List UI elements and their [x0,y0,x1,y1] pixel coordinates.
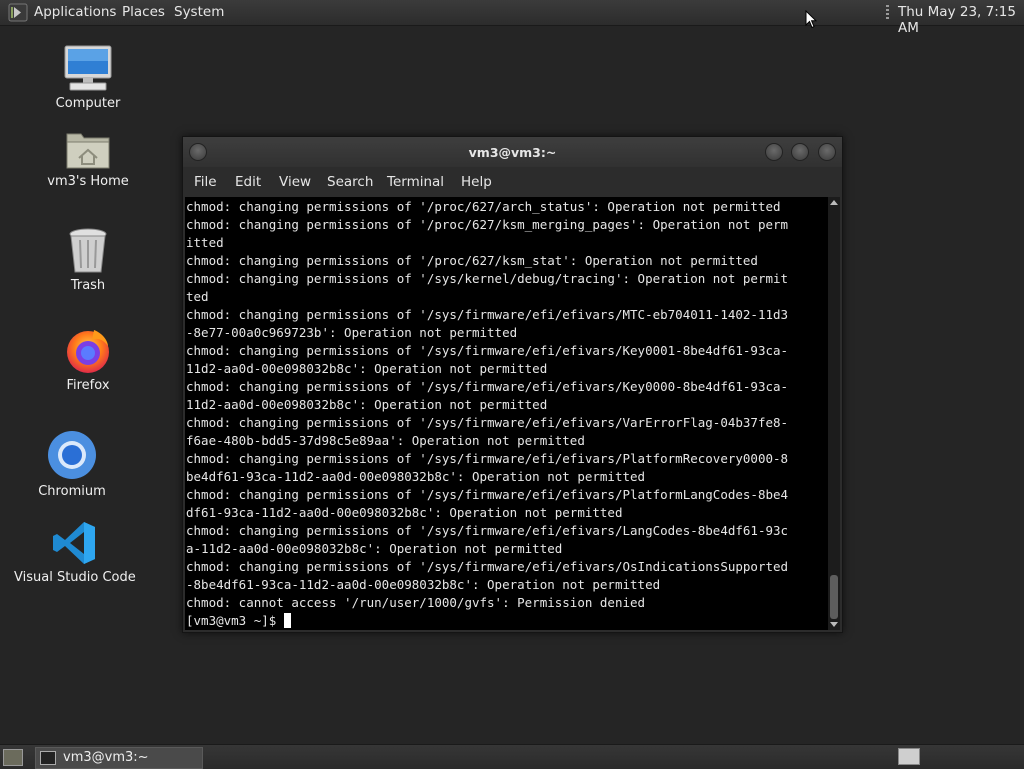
terminal-line: f6ae-480b-bdd5-37d98c5e89aa': Operation … [186,433,585,448]
clock[interactable]: Thu May 23, 7:15 AM [898,4,1024,36]
menu-system[interactable]: System [174,4,224,20]
terminal-prompt-line[interactable]: [vm3@vm3 ~]$ [186,612,291,630]
menu-terminal[interactable]: Terminal [387,174,444,190]
taskbar-item-terminal[interactable]: vm3@vm3:~ [35,747,203,769]
desktop-icon-label: Trash [70,278,106,293]
terminal-line: 11d2-aa0d-00e098032b8c': Operation not p… [186,361,548,376]
applications-menu-icon[interactable] [8,3,28,22]
terminal-line: chmod: changing permissions of '/sys/fir… [186,343,789,358]
desktop-icon-trash[interactable]: Trash [48,228,128,293]
desktop-icon-computer[interactable]: Computer [48,44,128,111]
desktop-icon-firefox[interactable]: Firefox [48,326,128,393]
menu-help[interactable]: Help [461,174,492,190]
terminal-output[interactable]: chmod: changing permissions of '/proc/62… [185,197,828,630]
terminal-line: -8e77-00a0c969723b': Operation not permi… [186,325,518,340]
panel-separator [886,5,889,21]
menu-edit[interactable]: Edit [235,174,261,190]
terminal-line: df61-93ca-11d2-aa0d-00e098032b8c': Opera… [186,505,623,520]
show-desktop-icon[interactable] [3,749,23,766]
terminal-line: chmod: changing permissions of '/sys/fir… [186,415,789,430]
terminal-line: ted [186,289,209,304]
menu-applications[interactable]: Applications [34,4,116,20]
desktop-icon-chromium[interactable]: Chromium [32,430,112,499]
minimize-button[interactable] [765,143,783,161]
mouse-pointer-icon [805,10,817,29]
menu-view[interactable]: View [279,174,311,190]
bottom-panel: vm3@vm3:~ [0,744,1024,769]
terminal-line: chmod: changing permissions of '/sys/fir… [186,451,789,466]
terminal-icon [40,751,56,765]
taskbar-item-label: vm3@vm3:~ [63,750,149,765]
terminal-line: chmod: changing permissions of '/proc/62… [186,199,781,214]
terminal-line: chmod: changing permissions of '/sys/ker… [186,271,789,286]
terminal-line: a-11d2-aa0d-00e098032b8c': Operation not… [186,541,563,556]
terminal-line: chmod: changing permissions of '/sys/fir… [186,307,789,322]
firefox-icon [67,330,109,373]
terminal-line: chmod: changing permissions of '/sys/fir… [186,523,789,538]
terminal-line: chmod: changing permissions of '/sys/fir… [186,559,789,574]
terminal-line: chmod: cannot access '/run/user/1000/gvf… [186,595,646,610]
terminal-line: chmod: changing permissions of '/sys/fir… [186,379,789,394]
trash-icon [69,228,107,273]
terminal-line: 11d2-aa0d-00e098032b8c': Operation not p… [186,397,548,412]
desktop-icon-label: Computer [55,96,121,111]
desktop-icon-label: Chromium [38,484,106,499]
terminal-menubar: File Edit View Search Terminal Help [183,167,842,196]
terminal-scrollbar[interactable] [828,197,840,630]
vscode-icon [53,522,95,564]
scrollbar-thumb[interactable] [830,575,838,619]
terminal-line: itted [186,235,224,250]
terminal-line: be4df61-93ca-11d2-aa0d-00e098032b8c': Op… [186,469,646,484]
menu-search[interactable]: Search [327,174,373,190]
scroll-down-arrow-icon[interactable] [830,622,838,627]
shell-prompt: [vm3@vm3 ~]$ [186,613,284,628]
terminal-line: chmod: changing permissions of '/proc/62… [186,253,758,268]
maximize-button[interactable] [791,143,809,161]
scroll-up-arrow-icon[interactable] [830,200,838,205]
desktop-icon-vscode[interactable]: Visual Studio Code [14,520,136,585]
terminal-window: vm3@vm3:~ File Edit View Search Terminal… [182,136,843,633]
chromium-icon [48,431,96,479]
desktop-icon-label: Firefox [66,378,110,393]
top-panel: Applications Places System Thu May 23, 7… [0,0,1024,36]
menu-places[interactable]: Places [122,4,165,20]
workspace-switcher[interactable] [898,748,920,765]
menu-file[interactable]: File [194,174,217,190]
computer-icon [64,45,112,91]
text-cursor [283,613,291,628]
terminal-line: -8be4df61-93ca-11d2-aa0d-00e098032b8c': … [186,577,661,592]
terminal-line: chmod: changing permissions of '/proc/62… [186,217,789,232]
home-folder-icon [66,133,110,169]
window-titlebar[interactable]: vm3@vm3:~ [183,137,842,167]
desktop-icon-label: Visual Studio Code [14,570,136,585]
desktop-icon-home[interactable]: vm3's Home [43,128,133,189]
close-button[interactable] [818,143,836,161]
window-title: vm3@vm3:~ [468,145,557,160]
desktop-icon-label: vm3's Home [47,174,129,189]
terminal-line: chmod: changing permissions of '/sys/fir… [186,487,789,502]
